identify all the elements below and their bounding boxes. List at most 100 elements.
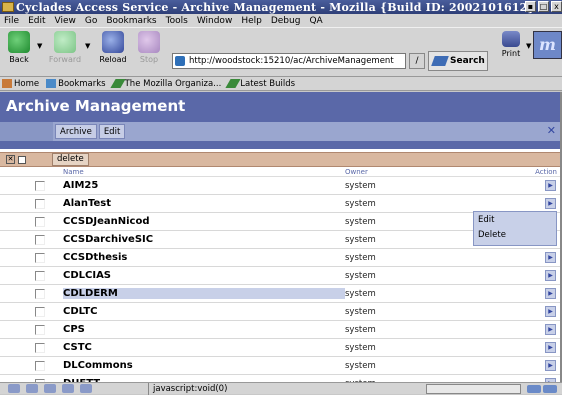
online-icon[interactable] [527, 384, 541, 393]
row-checkbox[interactable] [35, 360, 45, 371]
row-checkbox[interactable] [35, 270, 45, 281]
bookmark-mozilla-org[interactable]: The Mozilla Organiza... [110, 78, 222, 89]
navigator-icon[interactable] [8, 384, 20, 393]
row-action-arrow-icon[interactable]: ▶ [545, 198, 556, 209]
status-bar: javascript:void(0) [0, 382, 562, 395]
tab-archive[interactable]: Archive [55, 124, 97, 139]
search-button[interactable]: Search [428, 51, 488, 71]
tabs-bar: Archive Edit ✕ [0, 122, 560, 141]
popup-edit[interactable]: Edit [474, 212, 556, 227]
bookmark-mozilla-org-label: The Mozilla Organiza... [124, 78, 222, 89]
row-checkbox[interactable] [35, 288, 45, 299]
bookmark-link-icon [225, 79, 241, 88]
table-row: CPS system ▶ [0, 321, 560, 339]
print-dropdown[interactable]: ▼ [526, 42, 531, 50]
forward-dropdown[interactable]: ▼ [85, 42, 90, 50]
menu-debug[interactable]: Debug [271, 16, 301, 26]
row-name[interactable]: AIM25 [63, 180, 345, 191]
bookmarks-icon [46, 79, 57, 88]
row-name[interactable]: CDLDERM [63, 288, 345, 299]
row-checkbox[interactable] [35, 234, 45, 245]
maximize-button[interactable]: □ [538, 1, 549, 12]
bookmarks-label: Bookmarks [58, 78, 106, 89]
menu-window[interactable]: Window [197, 16, 233, 26]
printer-icon [502, 31, 520, 47]
row-name[interactable]: AlanTest [63, 198, 345, 209]
row-action-arrow-icon[interactable]: ▶ [545, 324, 556, 335]
bookmarks-button[interactable]: Bookmarks [46, 79, 106, 89]
bookmark-link-icon [110, 79, 126, 88]
menu-go[interactable]: Go [85, 16, 97, 26]
tab-edit[interactable]: Edit [98, 124, 126, 139]
menu-help[interactable]: Help [241, 16, 262, 26]
row-name[interactable]: CPS [63, 324, 345, 335]
stop-button[interactable]: Stop [130, 31, 168, 64]
row-action-arrow-icon[interactable]: ▶ [545, 360, 556, 371]
popup-delete[interactable]: Delete [474, 227, 556, 242]
minimize-button[interactable]: ▪ [525, 1, 536, 12]
row-name[interactable]: CCSDJeanNicod [63, 216, 345, 227]
page-proxy-icon [175, 56, 185, 66]
composer-icon[interactable] [62, 384, 74, 393]
action-bar: ✕ delete [0, 152, 560, 167]
row-action-arrow-icon[interactable]: ▶ [545, 342, 556, 353]
back-button[interactable]: Back [0, 31, 38, 64]
select-all-x-icon[interactable]: ✕ [6, 155, 15, 164]
forward-button[interactable]: Forward [46, 31, 84, 64]
menu-qa[interactable]: QA [309, 16, 322, 26]
print-label: Print [501, 49, 521, 58]
row-owner: system [345, 324, 376, 335]
row-name[interactable]: CDLCIAS [63, 270, 345, 281]
row-checkbox[interactable] [35, 342, 45, 353]
menu-bookmarks[interactable]: Bookmarks [106, 16, 156, 26]
row-action-arrow-icon[interactable]: ▶ [545, 180, 556, 191]
column-header-action: Action [535, 167, 557, 176]
menu-file[interactable]: File [4, 16, 19, 26]
row-action-arrow-icon[interactable]: ▶ [545, 252, 556, 263]
row-checkbox[interactable] [35, 324, 45, 335]
archive-list: AIM25 system ▶ AlanTest system ▶ CCSDJeanNicod… [0, 177, 560, 382]
bookmark-latest-builds[interactable]: Latest Builds [225, 79, 295, 89]
print-button[interactable]: Print [492, 31, 530, 58]
menu-view[interactable]: View [55, 16, 76, 26]
back-dropdown[interactable]: ▼ [37, 42, 42, 50]
url-text: http://woodstock:15210/ac/ArchiveManagem… [189, 56, 394, 66]
status-text: javascript:void(0) [148, 382, 227, 395]
home-button[interactable]: Home [2, 79, 39, 89]
row-checkbox[interactable] [35, 306, 45, 317]
security-icon[interactable] [543, 384, 557, 393]
chat-icon[interactable] [80, 384, 92, 393]
mozilla-throbber-icon[interactable]: m [533, 31, 562, 59]
stop-label: Stop [139, 55, 159, 64]
stop-icon [138, 31, 160, 53]
row-owner: system [345, 252, 376, 263]
go-button[interactable]: / [409, 53, 425, 69]
row-name[interactable]: CCSDthesis [63, 252, 345, 263]
row-name[interactable]: CCSDarchiveSIC [63, 234, 345, 245]
row-name[interactable]: DLCommons [63, 360, 345, 371]
close-icon[interactable]: ✕ [547, 124, 556, 137]
row-name[interactable]: CDLTC [63, 306, 345, 317]
progress-meter [426, 384, 521, 394]
addressbook-icon[interactable] [44, 384, 56, 393]
mail-icon[interactable] [26, 384, 38, 393]
window-title: Cyclades Access Service - Archive Manage… [16, 0, 535, 14]
column-header-owner: Owner [345, 167, 368, 176]
reload-button[interactable]: Reload [94, 31, 132, 64]
close-window-button[interactable]: x [551, 1, 562, 12]
search-icon [431, 56, 449, 66]
row-action-arrow-icon[interactable]: ▶ [545, 306, 556, 317]
row-checkbox[interactable] [35, 252, 45, 263]
row-checkbox[interactable] [35, 216, 45, 227]
row-name[interactable]: CSTC [63, 342, 345, 353]
row-action-arrow-icon[interactable]: ▶ [545, 270, 556, 281]
menu-tools[interactable]: Tools [166, 16, 188, 26]
row-checkbox[interactable] [35, 180, 45, 191]
home-label: Home [14, 78, 40, 89]
url-field[interactable]: http://woodstock:15210/ac/ArchiveManagem… [172, 53, 406, 69]
delete-button[interactable]: delete [52, 153, 89, 166]
select-all-checkbox[interactable] [18, 155, 26, 164]
row-action-arrow-icon[interactable]: ▶ [545, 288, 556, 299]
menu-edit[interactable]: Edit [28, 16, 45, 26]
row-checkbox[interactable] [35, 198, 45, 209]
